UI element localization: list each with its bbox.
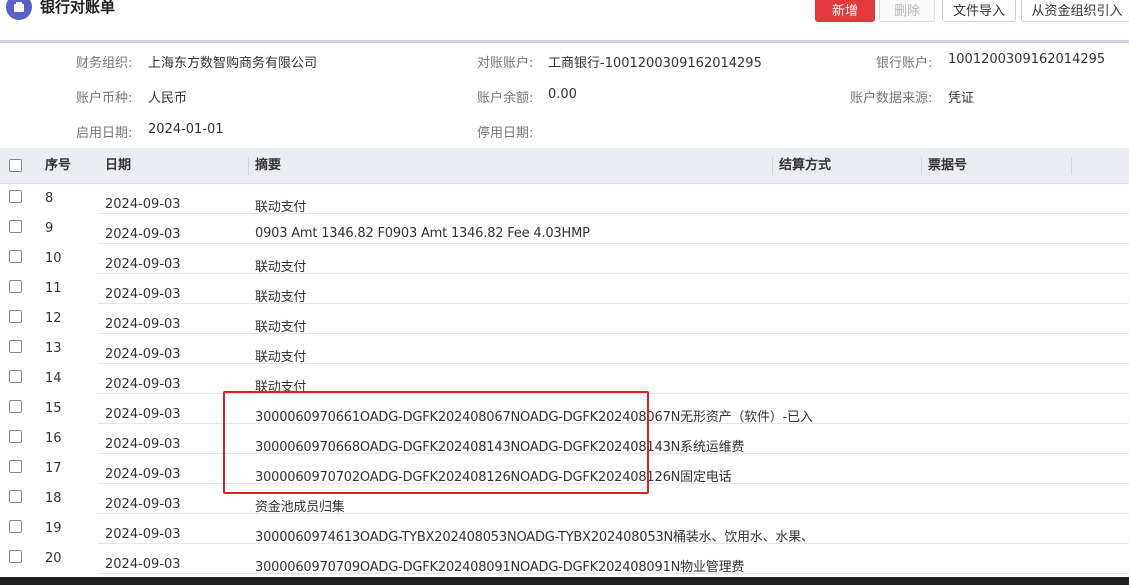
- row-seq: 18: [45, 491, 62, 506]
- row-seq: 19: [45, 521, 62, 536]
- page-title: 银行对账单: [40, 0, 116, 16]
- table-row[interactable]: 19 2024-09-03 3000060974613OADG-TYBX2024…: [0, 514, 1129, 545]
- select-all-checkbox[interactable]: [9, 159, 22, 172]
- row-seq: 8: [45, 191, 54, 206]
- table-row[interactable]: 11 2024-09-03 联动支付: [0, 274, 1129, 305]
- row-seq: 14: [45, 371, 62, 386]
- import-from-fund-org-button[interactable]: 从资金组织引入: [1021, 0, 1129, 22]
- delete-button[interactable]: 删除: [879, 0, 935, 22]
- start-date-label: 启用日期:: [76, 126, 133, 141]
- row-date: 2024-09-03: [105, 407, 181, 422]
- balance-value: 0.00: [548, 87, 577, 102]
- row-seq: 9: [45, 221, 54, 236]
- column-header-summary[interactable]: 摘要: [255, 148, 281, 184]
- row-seq: 20: [45, 551, 62, 566]
- row-date: 2024-09-03: [105, 557, 181, 572]
- column-header-settlement[interactable]: 结算方式: [779, 148, 831, 184]
- row-date: 2024-09-03: [105, 317, 181, 332]
- row-checkbox[interactable]: [9, 220, 22, 233]
- row-date: 2024-09-03: [105, 527, 181, 542]
- row-date: 2024-09-03: [105, 377, 181, 392]
- row-date: 2024-09-03: [105, 467, 181, 482]
- column-divider[interactable]: [772, 157, 773, 175]
- column-divider[interactable]: [921, 157, 922, 175]
- row-seq: 12: [45, 311, 62, 326]
- table-row[interactable]: 9 2024-09-03 0903 Amt 1346.82 F0903 Amt …: [0, 214, 1129, 244]
- table-row[interactable]: 12 2024-09-03 联动支付: [0, 304, 1129, 335]
- account-value: 工商银行-1001200309162014295: [548, 56, 762, 71]
- stop-date-label: 停用日期:: [477, 126, 534, 141]
- row-checkbox[interactable]: [9, 370, 22, 383]
- row-date: 2024-09-03: [105, 287, 181, 302]
- table-row[interactable]: 10 2024-09-03 联动支付: [0, 244, 1129, 275]
- bank-account-value: 1001200309162014295: [948, 52, 1106, 67]
- row-seq: 16: [45, 431, 62, 446]
- row-checkbox[interactable]: [9, 190, 22, 203]
- column-divider[interactable]: [248, 157, 249, 175]
- row-checkbox[interactable]: [9, 250, 22, 263]
- row-summary: 0903 Amt 1346.82 F0903 Amt 1346.82 Fee 4…: [255, 226, 590, 241]
- data-source-label: 账户数据来源:: [850, 91, 933, 106]
- table-row[interactable]: 14 2024-09-03 联动支付: [0, 364, 1129, 395]
- row-divider: [98, 573, 1129, 574]
- account-info-form: 财务组织: 上海东方数智购商务有限公司 对账账户: 工商银行-100120030…: [0, 43, 1129, 148]
- table-row[interactable]: 8 2024-09-03 联动支付: [0, 184, 1129, 215]
- row-checkbox[interactable]: [9, 520, 22, 533]
- row-date: 2024-09-03: [105, 257, 181, 272]
- org-value: 上海东方数智购商务有限公司: [148, 56, 318, 71]
- table-header: 序号 日期 摘要 结算方式 票据号: [0, 148, 1129, 184]
- row-checkbox[interactable]: [9, 550, 22, 563]
- highlight-annotation-box: [223, 391, 649, 494]
- row-checkbox[interactable]: [9, 490, 22, 503]
- row-date: 2024-09-03: [105, 197, 181, 212]
- add-button[interactable]: 新增: [815, 0, 875, 22]
- row-date: 2024-09-03: [105, 227, 181, 242]
- row-seq: 15: [45, 401, 62, 416]
- row-seq: 11: [45, 281, 62, 296]
- balance-label: 账户余额:: [477, 91, 534, 106]
- row-checkbox[interactable]: [9, 460, 22, 473]
- org-label: 财务组织:: [76, 56, 133, 71]
- column-header-seq[interactable]: 序号: [45, 148, 71, 184]
- row-checkbox[interactable]: [9, 400, 22, 413]
- row-checkbox[interactable]: [9, 340, 22, 353]
- page-header: 银行对账单 新增 删除 文件导入 从资金组织引入: [0, 0, 1129, 40]
- table-row[interactable]: 13 2024-09-03 联动支付: [0, 334, 1129, 365]
- file-import-button[interactable]: 文件导入: [942, 0, 1016, 22]
- currency-label: 账户币种:: [76, 91, 133, 106]
- row-checkbox[interactable]: [9, 280, 22, 293]
- table-row[interactable]: 20 2024-09-03 3000060970709OADG-DGFK2024…: [0, 544, 1129, 575]
- row-date: 2024-09-03: [105, 437, 181, 452]
- start-date-value: 2024-01-01: [148, 122, 224, 137]
- column-header-bill-no[interactable]: 票据号: [928, 148, 967, 184]
- row-seq: 17: [45, 461, 62, 476]
- row-date: 2024-09-03: [105, 497, 181, 512]
- data-source-value: 凭证: [948, 91, 975, 106]
- horizontal-scrollbar[interactable]: [0, 577, 1129, 585]
- column-header-date[interactable]: 日期: [105, 148, 131, 184]
- bank-statement-app-icon: [6, 0, 32, 20]
- column-divider[interactable]: [1071, 157, 1072, 175]
- row-seq: 10: [45, 251, 62, 266]
- bank-account-label: 银行账户:: [876, 56, 933, 71]
- row-seq: 13: [45, 341, 62, 356]
- currency-value: 人民币: [148, 91, 188, 106]
- row-date: 2024-09-03: [105, 347, 181, 362]
- row-checkbox[interactable]: [9, 310, 22, 323]
- account-label: 对账账户:: [477, 56, 534, 71]
- row-checkbox[interactable]: [9, 430, 22, 443]
